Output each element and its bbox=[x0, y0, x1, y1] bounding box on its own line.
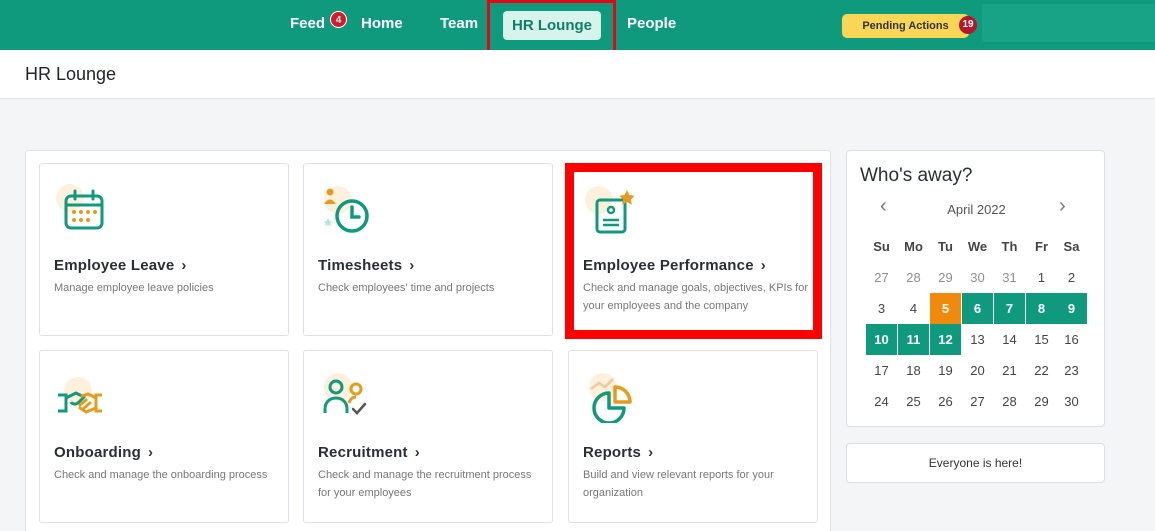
card-title: Onboarding › bbox=[54, 444, 154, 461]
card-description: Check employees' time and projects bbox=[318, 282, 495, 294]
calendar-day[interactable]: 1 bbox=[1026, 262, 1057, 293]
nav-team[interactable]: Team bbox=[440, 0, 478, 50]
calendar-weekday: Mo bbox=[904, 239, 923, 254]
calendar-day[interactable]: 16 bbox=[1056, 324, 1087, 355]
calendar-day[interactable]: 27 bbox=[866, 262, 897, 293]
calendar-day[interactable]: 31 bbox=[994, 262, 1025, 293]
calendar-day[interactable]: 9 bbox=[1056, 293, 1087, 324]
card-description: Manage employee leave policies bbox=[54, 282, 214, 294]
calendar-day[interactable]: 30 bbox=[1056, 386, 1087, 417]
calendar-day[interactable]: 2 bbox=[1056, 262, 1087, 293]
pending-actions-button[interactable]: Pending Actions bbox=[842, 14, 969, 38]
card-employee-leave[interactable]: Employee Leave › Manage employee leave po… bbox=[39, 163, 289, 336]
card-description: Build and view relevant reports for your… bbox=[583, 469, 774, 499]
calendar-day[interactable]: 21 bbox=[994, 355, 1025, 386]
page-title: HR Lounge bbox=[25, 64, 117, 84]
page-header: HR Lounge bbox=[0, 50, 1155, 99]
recruitment-icon bbox=[323, 373, 367, 415]
clock-icon bbox=[323, 186, 369, 233]
chevron-right-icon: › bbox=[414, 444, 420, 461]
calendar-day[interactable]: 24 bbox=[866, 386, 897, 417]
calendar-day[interactable]: 8 bbox=[1026, 293, 1057, 324]
calendar-day[interactable]: 28 bbox=[898, 262, 929, 293]
calendar-weekday: Su bbox=[873, 239, 890, 254]
nav-people[interactable]: People bbox=[627, 0, 676, 50]
calendar-day[interactable]: 20 bbox=[962, 355, 993, 386]
calendar-day[interactable]: 10 bbox=[866, 324, 897, 355]
calendar-day[interactable]: 30 bbox=[962, 262, 993, 293]
chevron-right-icon[interactable]: › bbox=[1059, 195, 1066, 218]
feed-badge: 4 bbox=[330, 11, 347, 28]
card-reports[interactable]: Reports › Build and view relevant reports… bbox=[568, 350, 818, 523]
card-title: Timesheets › bbox=[318, 257, 415, 274]
card-onboarding[interactable]: Onboarding › Check and manage the onboard… bbox=[39, 350, 289, 523]
calendar-day[interactable]: 27 bbox=[962, 386, 993, 417]
calendar-day[interactable]: 17 bbox=[866, 355, 897, 386]
nav-home[interactable]: Home bbox=[361, 0, 403, 50]
calendar-day[interactable]: 19 bbox=[930, 355, 961, 386]
handshake-icon bbox=[58, 377, 102, 414]
nav-feed[interactable]: Feed bbox=[290, 0, 325, 50]
calendar-day[interactable]: 6 bbox=[962, 293, 993, 324]
calendar-day[interactable]: 11 bbox=[898, 324, 929, 355]
calendar-day[interactable]: 29 bbox=[930, 262, 961, 293]
calendar-day[interactable]: 29 bbox=[1026, 386, 1057, 417]
card-recruitment[interactable]: Recruitment › Check and manage the recrui… bbox=[303, 350, 553, 523]
whos-away-calendar: Who's away? ‹ April 2022 › Su Mo Tu We Th Fr S… bbox=[846, 150, 1105, 427]
calendar-weekday: We bbox=[967, 239, 988, 254]
card-description: Check and manage the recruitment process… bbox=[318, 469, 532, 499]
calendar-day[interactable]: 18 bbox=[898, 355, 929, 386]
pie-chart-icon bbox=[589, 373, 632, 423]
everyone-here-status: Everyone is here! bbox=[846, 443, 1105, 483]
calendar-weekday: Tu bbox=[938, 239, 953, 254]
chevron-right-icon: › bbox=[148, 444, 154, 461]
search-input[interactable] bbox=[982, 4, 1155, 42]
nav-highlight-box bbox=[487, 0, 616, 54]
calendar-day[interactable]: 5 bbox=[930, 293, 961, 324]
calendar-day[interactable]: 26 bbox=[930, 386, 961, 417]
calendar-day[interactable]: 15 bbox=[1026, 324, 1057, 355]
calendar-day[interactable]: 3 bbox=[866, 293, 897, 324]
calendar-day[interactable]: 4 bbox=[898, 293, 929, 324]
chevron-right-icon: › bbox=[409, 257, 415, 274]
calendar-month: April 2022 bbox=[947, 202, 1006, 217]
calendar-day[interactable]: 22 bbox=[1026, 355, 1057, 386]
card-title: Recruitment › bbox=[318, 444, 420, 461]
calendar-icon bbox=[56, 184, 104, 230]
card-timesheets[interactable]: Timesheets › Check employees' time and pr… bbox=[303, 163, 553, 336]
calendar-weekday: Sa bbox=[1063, 239, 1080, 254]
pending-actions-badge: 19 bbox=[959, 16, 977, 34]
calendar-day[interactable]: 28 bbox=[994, 386, 1025, 417]
whos-away-title: Who's away? bbox=[860, 165, 973, 186]
calendar-weekday: Th bbox=[1001, 239, 1018, 254]
card-description: Check and manage the onboarding process bbox=[54, 469, 268, 481]
calendar-day[interactable]: 13 bbox=[962, 324, 993, 355]
calendar-day[interactable]: 12 bbox=[930, 324, 961, 355]
calendar-weekday: Fr bbox=[1035, 239, 1048, 254]
chevron-right-icon: › bbox=[648, 444, 654, 461]
calendar-day[interactable]: 7 bbox=[994, 293, 1025, 324]
performance-highlight-box bbox=[565, 163, 822, 339]
card-title: Reports › bbox=[583, 444, 654, 461]
calendar-day[interactable]: 25 bbox=[898, 386, 929, 417]
card-title: Employee Leave › bbox=[54, 257, 187, 274]
calendar-day[interactable]: 23 bbox=[1056, 355, 1087, 386]
calendar-day[interactable]: 14 bbox=[994, 324, 1025, 355]
chevron-right-icon: › bbox=[181, 257, 187, 274]
